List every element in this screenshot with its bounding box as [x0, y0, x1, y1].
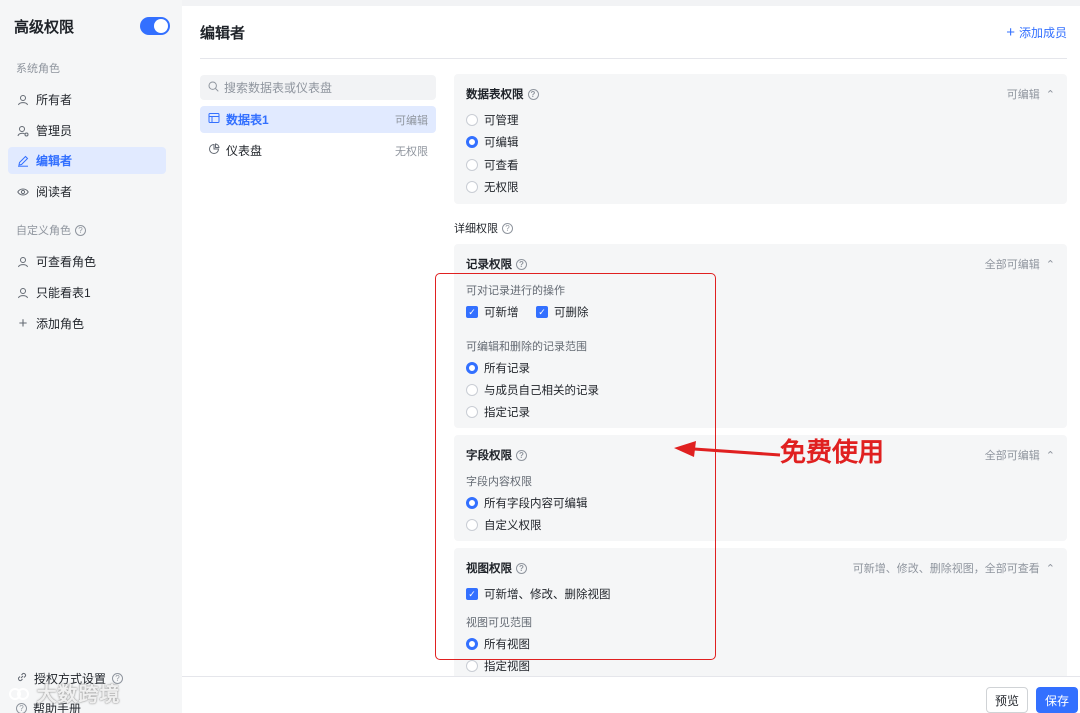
sidebar-item-owner[interactable]: 所有者 [8, 86, 166, 113]
user-icon [16, 94, 30, 106]
sidebar-item-custom-table1[interactable]: 只能看表1 [8, 279, 166, 306]
advanced-permission-toggle[interactable] [140, 17, 170, 35]
footer-bar: 预览 保存 [182, 676, 1080, 713]
save-button[interactable]: 保存 [1036, 687, 1078, 713]
highlight-box [435, 273, 716, 660]
search-input[interactable] [224, 80, 424, 95]
radio-icon [466, 114, 478, 126]
chevron-up-icon: ⌃ [1045, 562, 1055, 575]
table-permission-summary[interactable]: 可编辑 ⌃ [1007, 86, 1055, 102]
detail-permission-label: 详细权限 ? [454, 220, 513, 236]
radio-manage[interactable]: 可管理 [466, 112, 519, 128]
custom-roles-label: 自定义角色 ? [16, 222, 86, 238]
chevron-up-icon: ⌃ [1045, 449, 1055, 462]
table-perm: 无权限 [395, 145, 428, 158]
help-icon[interactable]: ? [527, 88, 539, 100]
dashboard-icon [208, 143, 220, 158]
table-name: 仪表盘 [226, 144, 263, 158]
radio-icon [466, 181, 478, 193]
add-role-button[interactable]: + 添加角色 [8, 310, 166, 337]
table-item-dashboard[interactable]: 仪表盘 无权限 [200, 137, 436, 164]
page-title: 编辑者 [200, 25, 246, 42]
chevron-up-icon: ⌃ [1045, 88, 1055, 101]
radio-specified-views[interactable]: 指定视图 [466, 658, 530, 674]
search-icon [208, 80, 219, 95]
sidebar: 高级权限 系统角色 所有者 管理员 编辑者 阅读者 自定义角色 ? 可查看角色 … [0, 0, 182, 713]
sidebar-title: 高级权限 [14, 18, 75, 36]
user-gear-icon [16, 125, 30, 137]
chevron-up-icon: ⌃ [1045, 258, 1055, 271]
sidebar-item-label: 阅读者 [36, 185, 73, 199]
plus-icon: + [1006, 24, 1015, 41]
radio-icon [466, 660, 478, 672]
field-permission-summary[interactable]: 全部可编辑 ⌃ [985, 447, 1055, 463]
sidebar-item-label: 可查看角色 [36, 255, 97, 269]
sidebar-item-custom-viewer[interactable]: 可查看角色 [8, 248, 166, 275]
eye-icon [16, 186, 30, 198]
help-icon[interactable]: ? [516, 258, 527, 270]
sidebar-item-reader[interactable]: 阅读者 [8, 178, 166, 205]
sidebar-item-label: 管理员 [36, 124, 73, 138]
arrow-left-icon [674, 441, 781, 457]
record-permission-summary[interactable]: 全部可编辑 ⌃ [985, 256, 1055, 272]
help-icon[interactable]: ? [75, 224, 86, 236]
table-permission-panel: 数据表权限 ? 可编辑 ⌃ 可管理 可编辑 可查看 无权限 [454, 74, 1067, 204]
radio-icon [466, 159, 478, 171]
annotation-text: 免费使用 [780, 438, 885, 468]
sidebar-item-label: 所有者 [36, 93, 73, 107]
record-permission-title: 记录权限 ? [466, 256, 527, 272]
table-name: 数据表1 [226, 113, 269, 127]
view-permission-summary[interactable]: 可新增、修改、删除视图，全部可查看 ⌃ [853, 560, 1055, 576]
table-item-datatable1[interactable]: 数据表1 可编辑 [200, 106, 436, 133]
sidebar-item-label: 编辑者 [36, 154, 73, 168]
user-icon [16, 256, 30, 268]
system-roles-label: 系统角色 [16, 63, 60, 75]
search-box[interactable] [200, 75, 436, 100]
plus-icon: + [18, 315, 28, 332]
table-permission-title: 数据表权限 ? [466, 86, 539, 102]
add-role-label: 添加角色 [36, 317, 85, 331]
preview-button[interactable]: 预览 [986, 687, 1028, 713]
sidebar-item-admin[interactable]: 管理员 [8, 117, 166, 144]
sidebar-item-label: 只能看表1 [36, 286, 91, 300]
help-icon[interactable]: ? [502, 222, 513, 234]
table-perm: 可编辑 [395, 114, 428, 127]
user-icon [16, 287, 30, 299]
add-member-button[interactable]: + 添加成员 [1006, 24, 1067, 41]
divider [200, 58, 1067, 59]
table-icon [208, 112, 220, 127]
sidebar-item-editor[interactable]: 编辑者 [8, 147, 166, 174]
radio-none[interactable]: 无权限 [466, 179, 519, 195]
sidebar-header: 高级权限 [14, 14, 170, 38]
pencil-icon [16, 155, 30, 167]
radio-view[interactable]: 可查看 [466, 157, 519, 173]
radio-selected-icon [466, 136, 478, 148]
watermark-logo [8, 684, 37, 706]
radio-edit[interactable]: 可编辑 [466, 134, 519, 150]
watermark: 大数跨境 [8, 678, 121, 707]
